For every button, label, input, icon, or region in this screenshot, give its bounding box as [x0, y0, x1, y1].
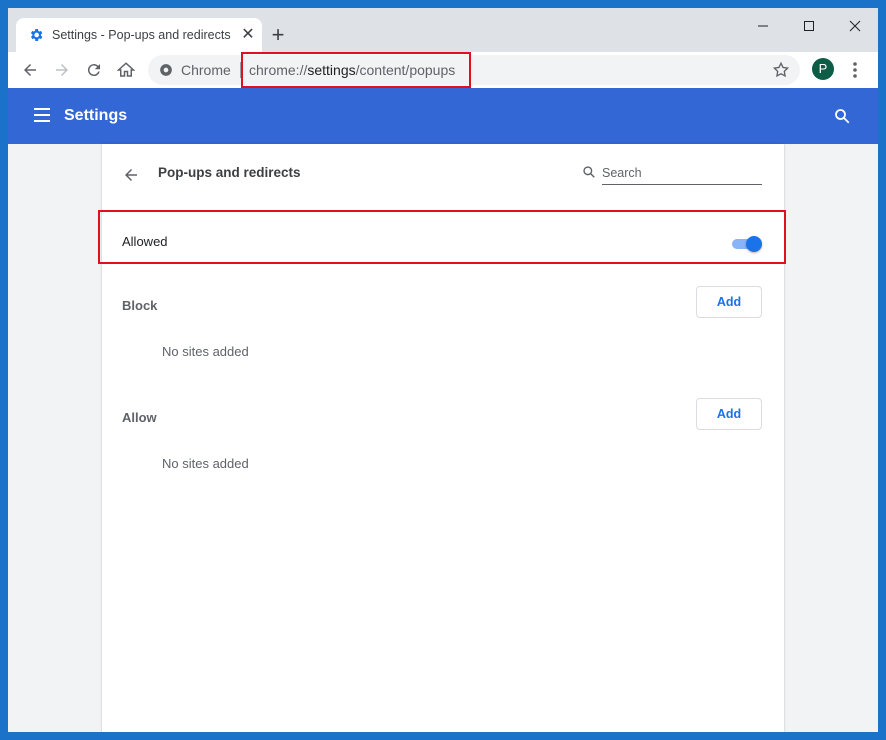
star-icon[interactable] [772, 61, 790, 79]
arrow-left-icon [24, 64, 36, 76]
url-path: /content/popups [355, 62, 456, 78]
back-button[interactable] [18, 58, 42, 82]
omnibox[interactable]: Chrome chrome://settings/content/popups [148, 55, 800, 85]
block-section-title: Block [122, 298, 158, 313]
forward-button[interactable] [50, 58, 74, 82]
url-host: settings [307, 62, 356, 78]
allow-section-title: Allow [122, 410, 157, 425]
reload-button[interactable] [82, 58, 106, 82]
reload-icon [87, 64, 100, 77]
search-icon [583, 166, 595, 178]
subpage-title: Pop-ups and redirects [158, 165, 301, 180]
gear-icon [30, 29, 43, 41]
close-window-button[interactable] [832, 12, 878, 40]
arrow-back-icon[interactable] [122, 166, 140, 184]
browser-window: Settings - Pop-ups and redirects ✕ + Chr… [8, 8, 878, 732]
search-icon[interactable] [833, 107, 851, 125]
allow-add-button[interactable]: Add [696, 398, 762, 430]
home-icon [117, 62, 135, 77]
menu-icon[interactable] [34, 108, 50, 122]
page-title: Settings [64, 107, 128, 124]
browser-toolbar: Chrome chrome://settings/content/popups … [8, 52, 878, 88]
minimize-button[interactable] [740, 12, 786, 40]
close-icon [849, 20, 861, 32]
minimize-icon [758, 25, 768, 27]
new-tab-button[interactable]: + [266, 24, 290, 48]
tab-settings[interactable]: Settings - Pop-ups and redirects ✕ [16, 18, 262, 52]
url-scheme: chrome:// [249, 62, 308, 78]
maximize-button[interactable] [786, 12, 832, 40]
block-empty-message: No sites added [162, 344, 249, 359]
maximize-icon [804, 21, 814, 31]
block-add-button[interactable]: Add [696, 286, 762, 318]
allowed-row[interactable]: Allowed [102, 212, 784, 264]
search-input[interactable] [602, 162, 762, 185]
more-vert-icon[interactable] [846, 58, 864, 82]
toggle-knob [746, 236, 762, 252]
settings-header: Settings [8, 88, 878, 144]
tab-title: Settings - Pop-ups and redirects [52, 28, 231, 42]
allowed-toggle[interactable] [732, 236, 762, 252]
omnibox-url[interactable]: chrome://settings/content/popups [249, 62, 455, 78]
settings-card: Pop-ups and redirects Allowed Block Add … [102, 144, 784, 732]
close-tab-icon[interactable]: ✕ [240, 27, 256, 43]
home-button[interactable] [114, 58, 138, 82]
allow-empty-message: No sites added [162, 456, 249, 471]
omnibox-chip-label: Chrome [181, 62, 231, 78]
tab-strip: Settings - Pop-ups and redirects ✕ + [8, 8, 878, 52]
allowed-label: Allowed [122, 234, 168, 249]
chrome-icon [160, 64, 172, 76]
arrow-right-icon [56, 64, 68, 76]
profile-avatar[interactable]: P [812, 58, 834, 80]
omnibox-separator [240, 62, 241, 78]
